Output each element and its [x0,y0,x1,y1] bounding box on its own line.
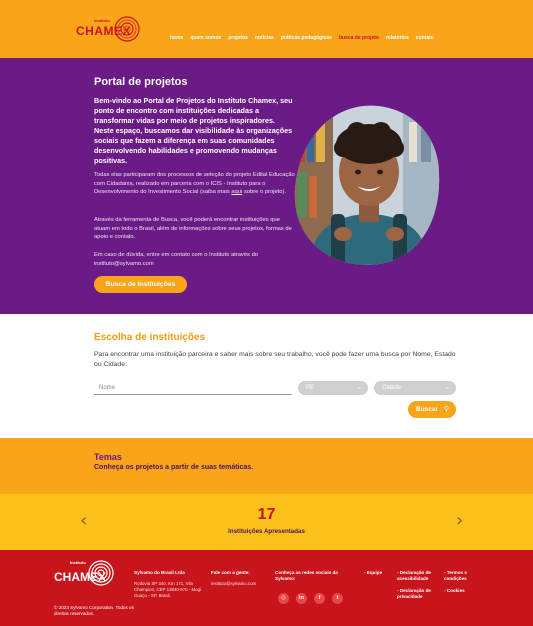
stat-number: 17 [257,506,276,523]
footer-address: Rodovia SP 340, Km 171, Vila Champion, C… [134,581,202,599]
footer-link-cookies[interactable]: - Cookies [444,588,484,594]
search-icon: ⚲ [443,406,449,413]
hero-paragraph-1-end: sobre o projeto). [242,189,287,196]
nav-noticias[interactable]: notícias [255,35,274,41]
chevron-down-icon: ⌄ [356,385,362,391]
nav-projetos[interactable]: projetos [228,35,248,41]
nav-busca-de-projeto[interactable]: busca de projeto [339,35,379,41]
footer-social-heading: Conheça as redes sociais da Sylvamo: [275,570,338,582]
footer-socials: ◎ in f t [278,593,343,604]
footer-link-acessibilidade[interactable]: - Declaração de acessibilidade [397,570,441,582]
stat-label: Instituições Apresentadas [228,528,305,535]
hero-paragraph-3: Em caso de dúvida, entre em contato com … [94,252,259,267]
nav-relatorios[interactable]: relatórios [386,35,409,41]
site-header: Instituto CHAMEX home quem somos projeto… [0,0,533,58]
name-input[interactable]: Nome [94,382,292,395]
page: Instituto CHAMEX home quem somos projeto… [0,0,533,626]
nav-quem-somos[interactable]: quem somos [190,35,221,41]
footer-link-termos[interactable]: - Termos e condições [444,570,484,582]
hero-paragraph-1: Todas elas participaram dos processos de… [94,171,296,197]
hero-intro: Bem-vindo ao Portal de Projetos do Insti… [94,96,293,165]
footer-company-name: Sylvamo do Brasil Ltda [134,570,185,575]
linkedin-icon[interactable]: in [296,593,307,604]
footer-copyright: © 2023 Sylvamo Corporation. Todos os dir… [54,605,134,617]
temas-section: Temas Conheça os projetos a partir de su… [0,438,533,494]
footer-email-link[interactable]: instituto@sylvamo.com [211,581,275,587]
hero-section: Portal de projetos Bem-vindo ao Portal d… [0,58,533,314]
saiba-mais-link[interactable]: aqui [231,189,242,195]
hero-paragraph-2: Através da ferramenta de Busca, você pod… [94,217,292,241]
state-select[interactable]: PE ⌄ [298,381,368,395]
city-select[interactable]: Cidade ⌄ [374,381,456,395]
nav-praticas[interactable]: práticas pedagógicas [281,35,332,41]
logo-rings-icon [114,16,140,42]
state-select-value: PE [306,385,315,391]
footer-link-equipe[interactable]: - Equipe [364,570,394,576]
search-button-label: Buscar [416,406,439,413]
nav-home[interactable]: home [170,35,183,41]
footer-contact-heading: Fale com a gente: [211,570,250,575]
hero-title: Portal de projetos [94,76,188,88]
footer-logo-rings-icon [88,560,114,586]
escolha-section: Escolha de instituições Para encontrar u… [0,314,533,438]
hero-photo [294,105,440,265]
chevron-right-icon[interactable]: › [456,510,463,531]
search-button[interactable]: Buscar ⚲ [408,401,456,418]
nav-contato[interactable]: contato [416,35,434,41]
temas-title: Temas [94,452,122,462]
footer-link-privacidade[interactable]: - Declaração de privacidade [397,588,441,600]
escolha-description: Para encontrar uma instituição parceira … [94,351,456,368]
main-nav: home quem somos projetos notícias prátic… [170,35,434,41]
site-footer: Instituto CHAMEX © 2023 Sylvamo Corporat… [0,550,533,626]
logo-small-text: Instituto [94,18,110,23]
twitter-icon[interactable]: t [332,593,343,604]
stats-carousel: ‹ 17 Instituições Apresentadas › [0,494,533,550]
city-select-value: Cidade [382,385,402,391]
escolha-title: Escolha de instituições [94,332,206,343]
chevron-down-icon: ⌄ [444,385,450,391]
busca-instituicoes-button[interactable]: Busca de Instituições [94,276,187,293]
instagram-icon[interactable]: ◎ [278,593,289,604]
facebook-icon[interactable]: f [314,593,325,604]
temas-subtitle: Conheça os projetos a partir de suas tem… [94,464,254,471]
footer-logo-small-text: Instituto [70,560,86,565]
